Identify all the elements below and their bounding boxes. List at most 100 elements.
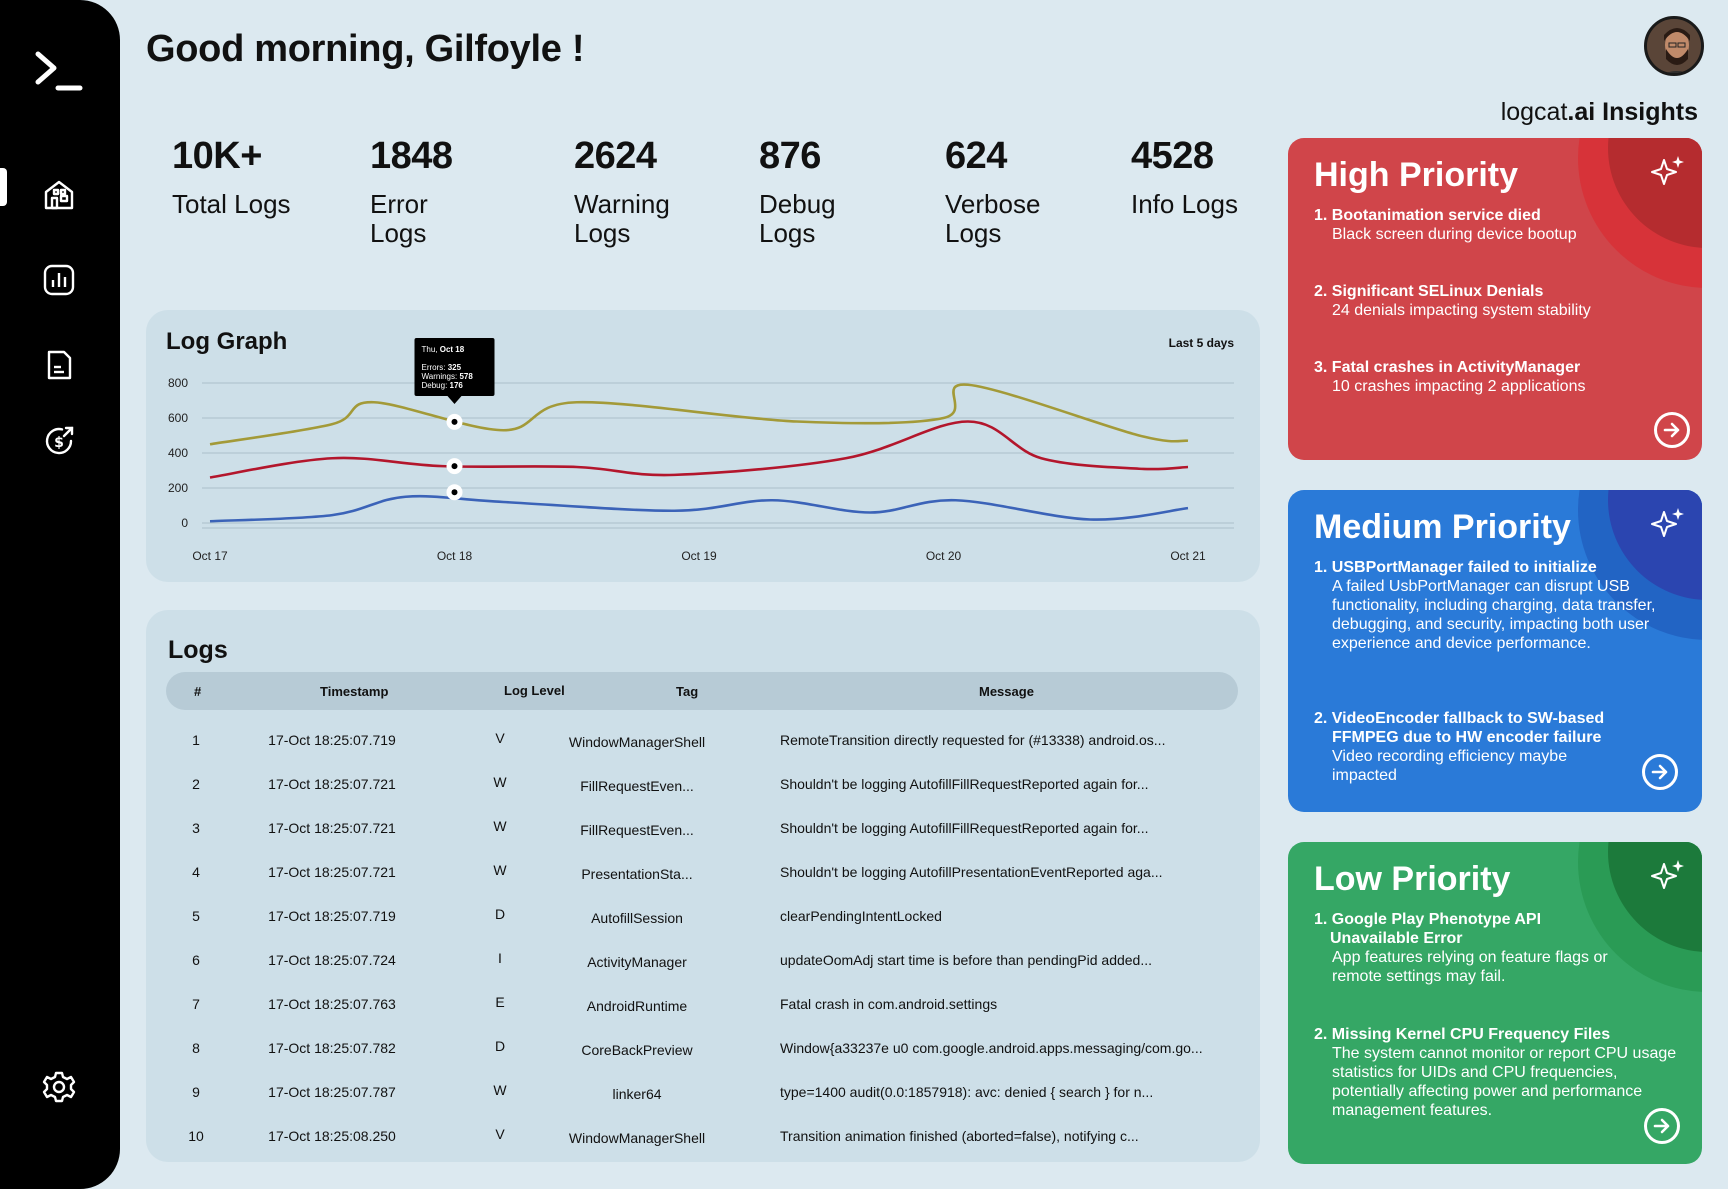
- table-row[interactable]: 9 17-Oct 18:25:07.787 Wlinker64 type=1400 a…: [166, 1072, 1238, 1116]
- cell-tag: FillRequestEven...: [580, 778, 694, 794]
- log-line-chart[interactable]: 800 600 400 200 0 Oct 17 Oct 18 Oct 19 Oct 20 Oct…: [146, 310, 1260, 582]
- column-header-index[interactable]: #: [194, 684, 201, 699]
- tooltip-text: 578: [459, 372, 473, 381]
- cell-tag: PresentationSta...: [581, 866, 693, 882]
- stat-label: Debug Logs: [759, 189, 836, 248]
- stat-value: 4528: [1131, 135, 1214, 177]
- cell-message: Fatal crash in com.android.settings: [780, 996, 998, 1012]
- cell-timestamp: 17-Oct 18:25:07.724: [268, 952, 396, 968]
- cell-timestamp: 17-Oct 18:25:07.782: [268, 1040, 396, 1056]
- cell-message: clearPendingIntentLocked: [780, 908, 942, 924]
- cell-tag: FillRequestEven...: [580, 822, 694, 838]
- item-description: App features relying on feature flags or…: [1332, 949, 1608, 985]
- stat-info-logs[interactable]: 4528 Info Logs: [1105, 99, 1261, 283]
- column-header-timestamp[interactable]: Timestamp: [320, 684, 388, 699]
- chart-icon[interactable]: [40, 261, 78, 299]
- item-title: Missing Kernel CPU Frequency Files: [1331, 1026, 1611, 1043]
- gear-icon[interactable]: [40, 1068, 78, 1106]
- item-title: Google Play Phenotype API Unavailable Er…: [1330, 911, 1542, 947]
- terminal-logo-icon[interactable]: [34, 50, 84, 94]
- item-number: 1.: [1314, 207, 1328, 224]
- priority-item[interactable]: 1. Bootanimation service died Black scre…: [1314, 206, 1577, 244]
- stat-value: 876: [759, 135, 821, 177]
- low-priority-card[interactable]: Low Priority 1. Google Play Phenotype AP…: [1288, 842, 1702, 1164]
- priority-item[interactable]: 2. Missing Kernel CPU Frequency Files Th…: [1314, 1025, 1684, 1120]
- stat-label: Total Logs: [172, 189, 291, 219]
- stat-total-logs[interactable]: 10K+ Total Logs: [146, 99, 312, 283]
- stat-error-logs[interactable]: 1848 Error Logs: [344, 99, 516, 283]
- cell-log-level: W: [493, 774, 507, 790]
- stat-warning-logs[interactable]: 2624 Warning Logs: [548, 99, 702, 283]
- priority-item[interactable]: 1. USBPortManager failed to initialize A…: [1314, 558, 1674, 653]
- document-icon[interactable]: [40, 346, 78, 384]
- avatar[interactable]: [1644, 16, 1704, 76]
- stat-verbose-logs[interactable]: 624 Verbose Logs: [919, 99, 1075, 283]
- item-number: 1.: [1314, 559, 1328, 576]
- y-tick-label: 800: [168, 376, 188, 390]
- cell-tag: AutofillSession: [591, 910, 683, 926]
- table-row[interactable]: 7 17-Oct 18:25:07.763 E AndroidRuntime Fatal…: [166, 984, 1238, 1028]
- cell-message: Shouldn't be logging AutofillPresentatio…: [780, 864, 1163, 880]
- cell-log-level: W: [493, 862, 507, 878]
- table-row[interactable]: 8 17-Oct 18:25:07.782 D CoreBackPreview Wind…: [166, 1028, 1238, 1072]
- table-row[interactable]: 3 17-Oct 18:25:07.721 W FillRequestEven... S…: [166, 808, 1238, 852]
- cell-tag: AndroidRuntime: [586, 998, 688, 1014]
- errors-series-line[interactable]: [209, 420, 1189, 479]
- hover-point-dot: [451, 463, 458, 470]
- cell-timestamp: 17-Oct 18:25:07.763: [268, 996, 396, 1012]
- arrow-right-circle-icon[interactable]: [1642, 754, 1678, 790]
- table-row[interactable]: 6 17-Oct 18:25:07.724 I ActivityManager upda…: [166, 940, 1238, 984]
- stat-label: Verbose Logs: [945, 189, 1041, 248]
- cell-timestamp: 17-Oct 18:25:07.721: [268, 820, 396, 836]
- stat-debug-logs[interactable]: 876 Debug Logs: [733, 99, 889, 283]
- cell-timestamp: 17-Oct 18:25:07.719: [268, 908, 396, 924]
- column-header-message[interactable]: Message: [979, 684, 1034, 699]
- cell-tag: linker64: [612, 1086, 662, 1102]
- cell-index: 8: [192, 1040, 200, 1056]
- svg-text:$: $: [54, 435, 64, 451]
- cell-log-level: W: [493, 818, 507, 834]
- high-priority-card[interactable]: High Priority 1. Bootanimation service d…: [1288, 138, 1702, 460]
- sparkle-icon: [1651, 508, 1684, 537]
- home-icon[interactable]: [40, 176, 78, 214]
- arrow-right-circle-icon[interactable]: [1654, 412, 1690, 448]
- dollar-refresh-icon[interactable]: $: [40, 422, 78, 460]
- cell-timestamp: 17-Oct 18:25:08.250: [268, 1128, 396, 1144]
- debug-series-line[interactable]: [209, 494, 1189, 523]
- priority-item[interactable]: 1. Google Play Phenotype API Unavailable…: [1314, 910, 1624, 986]
- brand-plain: logcat: [1500, 98, 1568, 126]
- table-row[interactable]: 10 17-Oct 18:25:08.250 V WindowManagerShell…: [166, 1116, 1238, 1160]
- x-tick-label: Oct 18: [437, 549, 473, 563]
- table-row[interactable]: 2 17-Oct 18:25:07.721 W FillRequestEven... S…: [166, 764, 1238, 808]
- logs-title: Logs: [168, 636, 228, 664]
- item-number: 1.: [1314, 911, 1328, 928]
- table-row[interactable]: 1 17-Oct 18:25:07.719 V WindowManagerShell R…: [166, 720, 1238, 764]
- cell-timestamp: 17-Oct 18:25:07.787: [268, 1084, 396, 1100]
- warnings-series-line[interactable]: [209, 383, 1189, 446]
- arrow-right-circle-icon[interactable]: [1644, 1108, 1680, 1144]
- stat-label: Warning Logs: [574, 189, 670, 248]
- page-title: Good morning, Gilfoyle !: [146, 28, 585, 70]
- medium-priority-card[interactable]: Medium Priority 1. USBPortManager failed…: [1288, 490, 1702, 812]
- insights-title: logcat.ai Insights: [1501, 98, 1698, 127]
- column-header-log-level[interactable]: Log Level: [504, 683, 565, 698]
- cell-log-level: D: [494, 906, 506, 922]
- hover-point-dot: [451, 418, 458, 425]
- priority-item[interactable]: 2. Significant SELinux Denials 24 denial…: [1314, 282, 1591, 320]
- table-row[interactable]: 5 17-Oct 18:25:07.719 D AutofillSession clea…: [166, 896, 1238, 940]
- x-tick-label: Oct 21: [1170, 549, 1206, 563]
- table-row[interactable]: 4 17-Oct 18:25:07.721 W PresentationSta... S…: [166, 852, 1238, 896]
- column-header-tag[interactable]: Tag: [676, 684, 698, 699]
- item-title: VideoEncoder fallback to SW-based FFMPEG…: [1331, 710, 1605, 746]
- priority-item[interactable]: 2. VideoEncoder fallback to SW-based FFM…: [1314, 709, 1654, 785]
- cell-message: Shouldn't be logging AutofillFillRequest…: [780, 776, 1149, 792]
- sidebar: $: [0, 0, 120, 1189]
- log-graph-panel: Log Graph Last 5 days 800 600 400 200 0 Oct 1…: [146, 310, 1260, 582]
- cell-index: 1: [192, 732, 200, 748]
- cell-message: RemoteTransition directly requested for …: [780, 732, 1166, 748]
- priority-item[interactable]: 3. Fatal crashes in ActivityManager 10 c…: [1314, 358, 1585, 396]
- cell-log-level: V: [495, 1126, 505, 1142]
- stat-value: 624: [945, 135, 1007, 177]
- x-tick-label: Oct 20: [926, 549, 962, 563]
- tooltip-text: 325: [448, 363, 462, 372]
